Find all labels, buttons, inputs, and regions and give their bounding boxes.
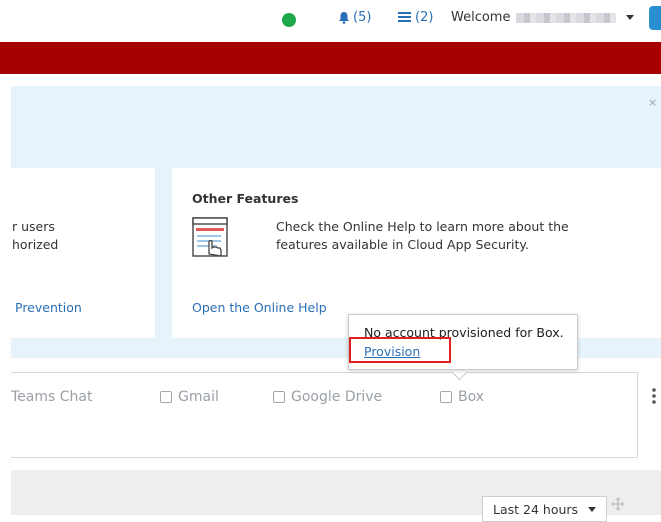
card-title: Other Features: [192, 191, 299, 206]
service-gmail[interactable]: Gmail: [160, 389, 219, 405]
welcome-label: Welcome: [451, 10, 511, 25]
checkbox-icon[interactable]: [440, 391, 452, 403]
info-banner: [11, 86, 661, 168]
user-menu[interactable]: Welcome: [451, 10, 635, 25]
user-name-redacted: [516, 12, 617, 23]
card-text-line: r users: [12, 219, 55, 234]
header-bar: [0, 42, 661, 74]
checkbox-icon[interactable]: [160, 391, 172, 403]
service-teams-chat[interactable]: Teams Chat: [11, 389, 92, 405]
service-label: Google Drive: [291, 389, 383, 405]
chevron-down-icon: [626, 15, 635, 20]
chevron-down-icon: [588, 506, 597, 512]
online-help-link[interactable]: Open the Online Help: [192, 300, 327, 315]
highlight-box: [349, 337, 451, 363]
card-description: Check the Online Help to learn more abou…: [276, 219, 569, 252]
service-box[interactable]: Box: [440, 389, 484, 405]
notifications-button[interactable]: (5): [338, 10, 371, 25]
service-google-drive[interactable]: Google Drive: [273, 389, 382, 405]
time-range-label: Last 24 hours: [493, 501, 579, 517]
help-button[interactable]: [649, 6, 661, 30]
service-label: Teams Chat: [11, 389, 93, 405]
tasks-count: (2): [415, 10, 434, 25]
banner-close-button[interactable]: ×: [648, 96, 657, 109]
checkbox-icon[interactable]: [273, 391, 285, 403]
drag-handle-icon[interactable]: [610, 496, 626, 516]
more-options-icon[interactable]: [652, 388, 656, 404]
card-text-line: horized: [12, 237, 59, 252]
tasks-button[interactable]: (2): [398, 10, 433, 25]
online-help-icon: [192, 217, 228, 257]
time-range-dropdown[interactable]: Last 24 hours: [482, 496, 608, 522]
task-list-icon: [398, 12, 411, 22]
service-label: Gmail: [178, 389, 219, 405]
status-indicator-icon: [282, 13, 296, 27]
bell-icon: [339, 12, 349, 24]
service-label: Box: [458, 389, 485, 405]
services-panel: [11, 372, 638, 458]
notifications-count: (5): [353, 10, 372, 25]
prevention-link[interactable]: Prevention: [15, 300, 82, 315]
